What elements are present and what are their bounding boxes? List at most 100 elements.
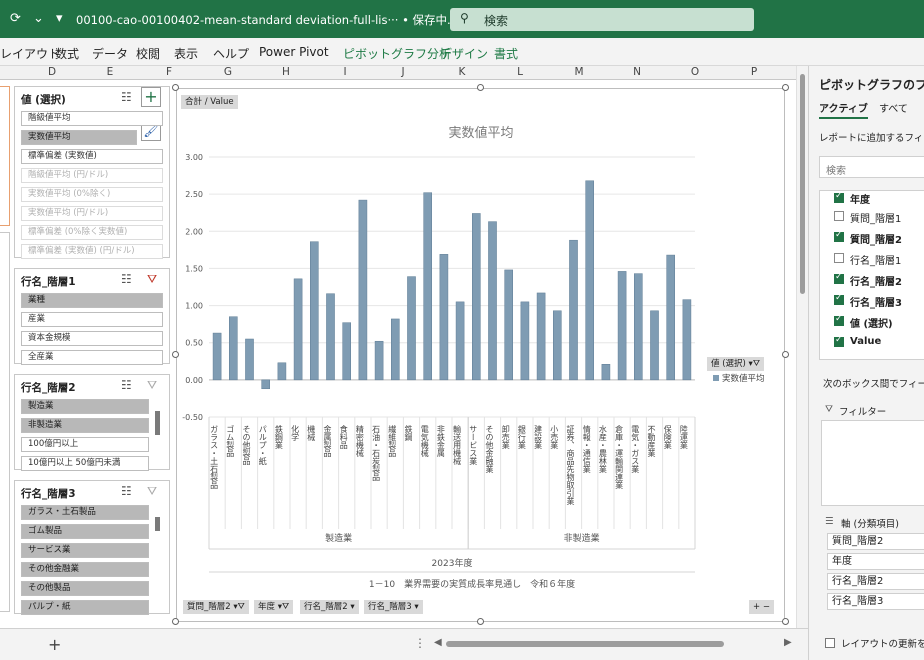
axis-field-item[interactable]: 年度 [827,553,924,570]
clear-filter-icon[interactable]: ⛛ [147,272,157,287]
field-checkbox[interactable] [834,253,844,263]
slicer-item[interactable]: 10億円以上 50億円未満 [21,456,149,471]
multi-select-icon[interactable]: ☷ [121,272,132,286]
axis-field-item[interactable]: 行名_階層2 [827,573,924,590]
slicer-item[interactable]: 資本金規模 [21,331,163,346]
scroll-right-icon[interactable]: ▶ [784,637,792,648]
slicer-item[interactable]: その他製品 [21,581,149,596]
slicer-item[interactable]: 非製造業 [21,418,149,433]
resize-handle[interactable] [172,618,179,625]
column-header[interactable]: K [432,66,492,78]
axis-field-button[interactable]: 年度 ▾⛛ [254,600,294,614]
column-header[interactable]: N [607,66,667,78]
column-header[interactable]: J [373,66,433,78]
slicer-item[interactable]: 階級値平均 [21,111,163,126]
slicer-item[interactable]: 標準偏差 (実数値) (円/ドル) [21,244,163,259]
slicer-item[interactable]: 階級値平均 (円/ドル) [21,168,163,183]
tab-power-pivot[interactable]: Power Pivot [259,45,329,59]
resize-handle[interactable] [172,84,179,91]
column-header[interactable]: I [315,66,375,78]
axis-field-item[interactable]: 行名_階層3 [827,593,924,610]
filter-drop-area[interactable] [821,420,924,506]
tab-design[interactable]: デザイン [440,45,488,62]
slicer-scrollbar[interactable] [155,517,160,531]
value-field-button[interactable]: 合計 / Value [181,95,238,109]
tab-pivotchart-analyze[interactable]: ピボットグラフ分析 [343,45,451,62]
axis-field-item[interactable]: 質問_階層2 [827,533,924,550]
field-checkbox[interactable] [834,191,844,203]
legend-field-button[interactable]: 値 (選択) ▾⛛ [707,357,764,371]
tab-review[interactable]: 校閲 [136,45,160,62]
column-header[interactable]: O [665,66,725,78]
pivot-chart[interactable]: 実数値平均 3.00 2.50 2.00 1.50 1.00 0.50 0.00 -0.50 ガラ… [176,88,785,622]
field-checkbox[interactable] [834,211,844,221]
sheet-vertical-scrollbar[interactable] [796,66,808,628]
slicer-item[interactable]: 製造業 [21,399,149,414]
field-search-input[interactable]: 検索 [819,156,924,178]
tab-data[interactable]: データ [92,45,128,62]
resize-handle[interactable] [782,618,789,625]
add-sheet-icon[interactable]: + [48,635,61,654]
scroll-thumb[interactable] [800,74,805,294]
resize-handle[interactable] [477,618,484,625]
resize-handle[interactable] [477,84,484,91]
tab-active[interactable]: アクティブ [819,100,868,119]
tab-format[interactable]: 書式 [494,45,518,62]
slicer-item[interactable]: 全産業 [21,350,163,365]
slicer-item[interactable]: 実数値平均 (円/ドル) [21,206,163,221]
column-header[interactable]: M [549,66,609,78]
resize-handle[interactable] [782,351,789,358]
document-title[interactable]: 00100-cao-00100402-mean-standard deviati… [76,12,471,28]
tab-formulas[interactable]: 数式 [55,45,79,62]
resize-handle[interactable] [782,84,789,91]
slicer-values[interactable]: 値 (選択) ☷ + 🖌 階級値平均 実数値平均 標準偏差 (実数値) 階級値平… [14,86,170,259]
clear-filter-icon[interactable]: ⛛ [147,484,157,499]
add-icon[interactable]: + [141,87,161,107]
scroll-left-icon[interactable]: ◀ [434,637,442,648]
field-checkbox[interactable] [834,293,844,305]
multi-select-icon[interactable]: ☷ [121,484,132,498]
slicer-item[interactable]: ゴム製品 [21,524,149,539]
tab-help[interactable]: ヘルプ [213,45,249,62]
expand-collapse-buttons[interactable]: + − [749,600,774,614]
multi-select-icon[interactable]: ☷ [121,378,132,392]
defer-update-checkbox[interactable] [825,638,835,648]
axis-field-button[interactable]: 行名_階層3 ▾ [364,600,423,614]
field-checkbox[interactable] [834,230,844,242]
column-header[interactable]: L [490,66,550,78]
column-header[interactable]: H [256,66,316,78]
column-header[interactable]: G [198,66,258,78]
slicer-item[interactable]: 標準偏差 (実数値) [21,149,163,164]
field-checkbox[interactable] [834,272,844,284]
slicer-item[interactable]: 業種 [21,293,163,308]
axis-field-button[interactable]: 質問_階層2 ▾⛛ [183,600,249,614]
slicer-item[interactable]: 実数値平均 [21,130,137,145]
slicer-row-level1[interactable]: 行名_階層1 ☷ ⛛ 業種 産業 資本金規模 全産業 [14,268,170,365]
field-checkbox[interactable] [834,314,844,326]
slicer-item[interactable]: ガラス・土石製品 [21,505,149,520]
slicer-item[interactable]: 産業 [21,312,163,327]
tab-view[interactable]: 表示 [174,45,198,62]
resize-handle[interactable] [172,351,179,358]
more-icon[interactable]: ⋮ [414,636,426,650]
column-header[interactable]: P [724,66,784,78]
column-header[interactable]: F [139,66,199,78]
clear-filter-icon[interactable]: ⛛ [147,378,157,393]
field-checkbox[interactable] [834,335,844,347]
worksheet[interactable]: 値 (選択) ☷ + 🖌 階級値平均 実数値平均 標準偏差 (実数値) 階級値平… [0,80,796,628]
horizontal-scroll-thumb[interactable] [446,641,724,647]
tab-all[interactable]: すべて [879,100,908,115]
column-header[interactable]: D [22,66,82,78]
slicer-item[interactable]: 100億円以上 [21,437,149,452]
slicer-item[interactable]: 標準偏差 (0%除く実数値) [21,225,163,240]
slicer-row-level3[interactable]: 行名_階層3 ☷ ⛛ ガラス・土石製品 ゴム製品 サービス業 その他金融業 その… [14,480,170,615]
slicer-item[interactable]: その他金融業 [21,562,149,577]
slicer-item[interactable]: サービス業 [21,543,149,558]
slicer-item[interactable]: 実数値平均 (0%除く) [21,187,163,202]
search-box[interactable]: ⚲ 検索 [450,8,754,31]
column-header[interactable]: E [80,66,140,78]
quick-access-toolbar[interactable]: ⟳ ⌄ ▾ [10,11,67,26]
slicer-scrollbar[interactable] [155,411,160,435]
slicer-item[interactable]: パルプ・紙 [21,600,149,615]
tab-layout[interactable]: レイアウト [0,45,60,62]
